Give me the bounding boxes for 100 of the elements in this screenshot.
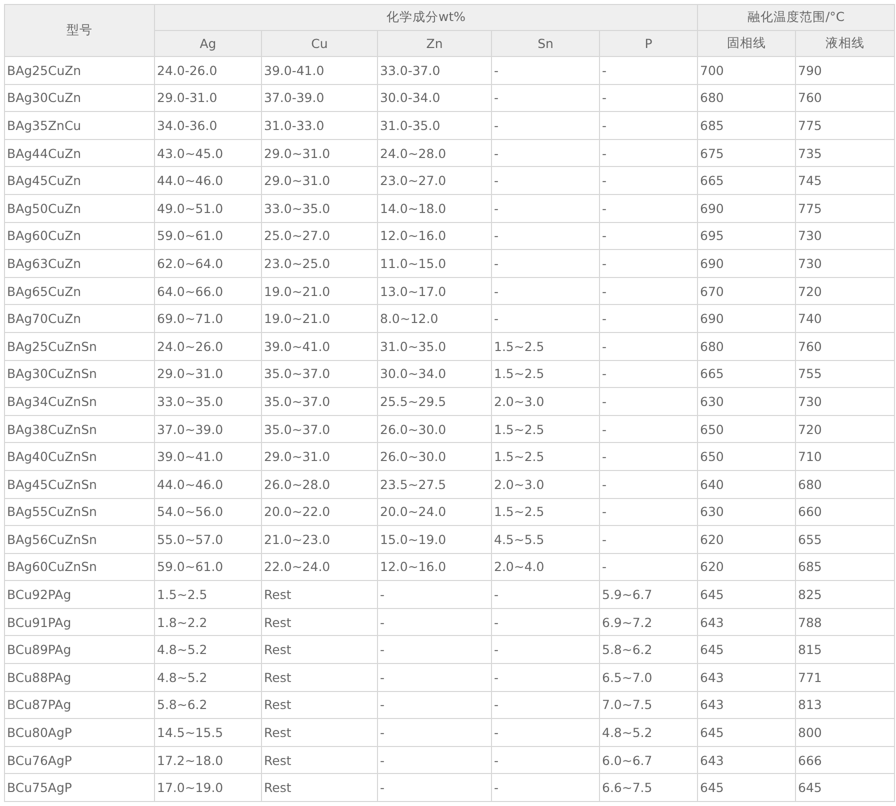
table-cell: BAg30CuZnSn (4, 360, 154, 388)
table-cell: 26.0~30.0 (378, 442, 492, 470)
table-cell: - (378, 774, 492, 802)
table-cell: 35.0~37.0 (262, 388, 378, 416)
table-cell: 17.2~18.0 (154, 746, 262, 774)
table-cell: 37.0-39.0 (262, 84, 378, 112)
table-cell: - (492, 636, 600, 664)
table-cell: 700 (698, 56, 796, 84)
table-cell: BCu87PAg (4, 691, 154, 719)
table-cell: 630 (698, 388, 796, 416)
table-cell: 645 (698, 774, 796, 802)
table-cell: - (600, 222, 698, 250)
table-cell: - (378, 691, 492, 719)
table-cell: 6.9~7.2 (600, 608, 698, 636)
table-cell: - (600, 470, 698, 498)
table-cell: 690 (698, 250, 796, 278)
table-cell: 755 (796, 360, 895, 388)
table-cell: Rest (262, 608, 378, 636)
table-cell: 5.9~6.7 (600, 580, 698, 608)
table-cell: BAg25CuZn (4, 56, 154, 84)
table-cell: 2.0~4.0 (492, 553, 600, 581)
table-cell: BAg70CuZn (4, 304, 154, 332)
table-cell: 4.8~5.2 (154, 664, 262, 692)
table-cell: 17.0~19.0 (154, 774, 262, 802)
table-cell: 1.5~2.5 (492, 360, 600, 388)
table-cell: 19.0~21.0 (262, 304, 378, 332)
table-cell: 29.0~31.0 (154, 360, 262, 388)
table-cell: BCu89PAg (4, 636, 154, 664)
table-cell: 685 (698, 112, 796, 140)
table-cell: 825 (796, 580, 895, 608)
table-cell: BAg25CuZnSn (4, 332, 154, 360)
table-cell: BAg55CuZnSn (4, 498, 154, 526)
table-cell: 710 (796, 442, 895, 470)
table-cell: 645 (698, 580, 796, 608)
table-cell: 6.0~6.7 (600, 746, 698, 774)
table-cell: 6.6~7.5 (600, 774, 698, 802)
table-cell: 44.0~46.0 (154, 166, 262, 194)
table-cell: BAg40CuZnSn (4, 442, 154, 470)
table-cell: 666 (796, 746, 895, 774)
table-cell: BAg60CuZnSn (4, 553, 154, 581)
table-cell: 25.5~29.5 (378, 388, 492, 416)
table-cell: - (600, 84, 698, 112)
table-cell: 31.0-35.0 (378, 112, 492, 140)
group-header: 化学成分wt% (154, 4, 698, 30)
table-cell: - (600, 360, 698, 388)
table-cell: 645 (796, 774, 895, 802)
table-cell: 720 (796, 415, 895, 443)
table-cell: 680 (698, 84, 796, 112)
column-header: Sn (492, 30, 600, 56)
table-cell: 643 (698, 691, 796, 719)
table-cell: BAg34CuZnSn (4, 388, 154, 416)
table-cell: 35.0~37.0 (262, 415, 378, 443)
table-cell: 62.0~64.0 (154, 250, 262, 278)
table-cell: 12.0~16.0 (378, 222, 492, 250)
column-header: 液相线 (796, 30, 895, 56)
table-cell: 30.0~34.0 (378, 360, 492, 388)
table-cell: BAg30CuZn (4, 84, 154, 112)
table-cell: 25.0~27.0 (262, 222, 378, 250)
table-cell: Rest (262, 774, 378, 802)
table-cell: - (492, 56, 600, 84)
table-cell: 7.0~7.5 (600, 691, 698, 719)
table-cell: 59.0~61.0 (154, 553, 262, 581)
table-cell: - (600, 250, 698, 278)
table-cell: 44.0~46.0 (154, 470, 262, 498)
table-cell: 1.5~2.5 (492, 498, 600, 526)
table-cell: - (492, 166, 600, 194)
table-cell: 64.0~66.0 (154, 277, 262, 305)
table-cell: 19.0~21.0 (262, 277, 378, 305)
table-cell: - (600, 277, 698, 305)
table-cell: - (600, 498, 698, 526)
table-cell: 69.0~71.0 (154, 304, 262, 332)
table-cell: BAg50CuZn (4, 194, 154, 222)
table-cell: 30.0-34.0 (378, 84, 492, 112)
table-cell: 2.0~3.0 (492, 388, 600, 416)
table-cell: 26.0~30.0 (378, 415, 492, 443)
table-cell: 33.0-37.0 (378, 56, 492, 84)
table-cell: - (492, 304, 600, 332)
table-cell: Rest (262, 636, 378, 664)
table-cell: 665 (698, 360, 796, 388)
table-cell: 645 (698, 718, 796, 746)
table-cell: - (492, 277, 600, 305)
table-cell: - (600, 332, 698, 360)
table-cell: BCu91PAg (4, 608, 154, 636)
table-cell: 37.0~39.0 (154, 415, 262, 443)
table-cell: 660 (796, 498, 895, 526)
table-cell: - (378, 718, 492, 746)
table-cell: 31.0~35.0 (378, 332, 492, 360)
column-header: P (600, 30, 698, 56)
table-cell: 813 (796, 691, 895, 719)
table-cell: 730 (796, 222, 895, 250)
table-cell: 14.5~15.5 (154, 718, 262, 746)
table-cell: 730 (796, 388, 895, 416)
table-cell: - (492, 746, 600, 774)
table-cell: 12.0~16.0 (378, 553, 492, 581)
table-cell: 775 (796, 194, 895, 222)
table-cell: 43.0~45.0 (154, 139, 262, 167)
table-cell: BCu88PAg (4, 664, 154, 692)
column-header: Zn (378, 30, 492, 56)
table-cell: 59.0~61.0 (154, 222, 262, 250)
table-cell: 690 (698, 304, 796, 332)
